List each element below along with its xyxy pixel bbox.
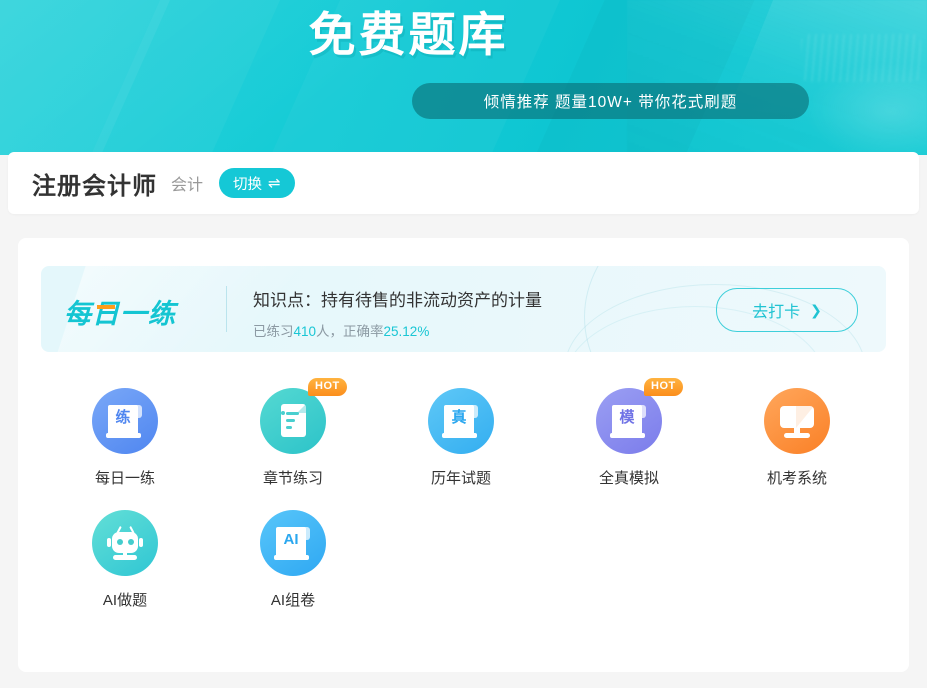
stats-middle: 人，正确率	[316, 324, 384, 339]
entry-ai-practice[interactable]: AI做题	[41, 510, 209, 610]
icon-wrap: AI	[260, 510, 326, 576]
knowledge-point-text: 知识点：持有待售的非流动资产的计量	[253, 291, 542, 310]
icon-wrap: 模 HOT	[596, 378, 683, 454]
stats-prefix: 已练习	[253, 324, 294, 339]
entry-daily-practice[interactable]: 练 每日一练	[41, 388, 209, 488]
entry-label: 每日一练	[94, 470, 155, 487]
icon-wrap	[92, 510, 158, 576]
stats-accuracy: 25.12%	[383, 324, 430, 339]
document-chapter-icon	[260, 388, 326, 454]
scroll-mock-icon: 模	[596, 388, 662, 454]
hot-badge: HOT	[644, 378, 683, 396]
monitor-icon	[764, 388, 830, 454]
entry-computer-exam-system[interactable]: 机考系统	[713, 388, 881, 488]
glyph: 练	[106, 402, 144, 440]
daily-divider	[226, 286, 227, 332]
check-in-button-label: 去打卡	[752, 304, 801, 321]
entry-chapter-practice[interactable]: HOT 章节练习	[209, 378, 377, 488]
glyph	[778, 402, 816, 440]
icon-char: AI	[283, 531, 299, 548]
icon-wrap	[764, 388, 830, 454]
entry-ai-paper-builder[interactable]: AI AI组卷	[209, 510, 377, 610]
entry-label: 章节练习	[262, 470, 323, 487]
swap-arrows-icon: ⇌	[268, 174, 281, 192]
entry-past-exams[interactable]: 真 历年试题	[377, 388, 545, 488]
icon-char: 练	[115, 409, 131, 426]
icon-char: 真	[451, 409, 467, 426]
entry-mock-exam[interactable]: 模 HOT 全真模拟	[545, 378, 713, 488]
glyph	[274, 402, 312, 440]
entry-label: AI组卷	[270, 592, 316, 609]
glyph: AI	[274, 524, 312, 562]
icon-wrap: 真	[428, 388, 494, 454]
entry-label: 机考系统	[766, 470, 827, 487]
switch-subject-button[interactable]: 切换 ⇌	[219, 168, 295, 198]
entry-grid: 练 每日一练 HOT 章节练习 真 历年试题 模 HOT 全真模拟 机考系统 A…	[41, 378, 886, 632]
daily-logo-char-1: 每	[64, 299, 92, 329]
check-in-button[interactable]: 去打卡 ❯	[716, 288, 858, 332]
hero-banner: 免费题库 倾情推荐 题量10W+ 带你花式刷题	[0, 0, 927, 155]
banner-title: 免费题库	[308, 8, 509, 61]
entry-label: 历年试题	[430, 470, 491, 487]
robot-icon	[92, 510, 158, 576]
daily-stats: 已练习410人，正确率25.12%	[253, 320, 429, 340]
hot-badge: HOT	[308, 378, 347, 396]
stats-count: 410	[293, 324, 317, 339]
glyph: 真	[442, 402, 480, 440]
daily-practice-banner[interactable]: 每日一练 知识点：持有待售的非流动资产的计量 已练习410人，正确率25.12%…	[41, 266, 886, 352]
icon-wrap: HOT	[260, 378, 347, 454]
chevron-right-icon: ❯	[810, 301, 822, 318]
banner-subtitle-pill: 倾情推荐 题量10W+ 带你花式刷题	[412, 83, 809, 119]
icon-wrap: 练	[92, 388, 158, 454]
entry-label: AI做题	[102, 592, 148, 609]
banner-subtitle-text: 倾情推荐 题量10W+ 带你花式刷题	[483, 94, 738, 111]
entry-label: 全真模拟	[598, 470, 659, 487]
glyph: 模	[610, 402, 648, 440]
scroll-practice-icon: 练	[92, 388, 158, 454]
icon-char: 模	[619, 409, 635, 426]
exam-title-bar: 注册会计师 会计 切换 ⇌	[8, 152, 919, 214]
daily-logo-char-3: 一练	[120, 299, 176, 329]
page-title: 注册会计师	[32, 172, 157, 200]
daily-practice-logo: 每日一练	[64, 292, 176, 331]
subject-label: 会计	[171, 177, 204, 194]
glyph	[106, 524, 144, 562]
switch-button-label: 切换	[233, 176, 263, 193]
scroll-ai-icon: AI	[260, 510, 326, 576]
scroll-exam-icon: 真	[428, 388, 494, 454]
daily-logo-char-2: 日	[92, 292, 120, 331]
main-content-card: 每日一练 知识点：持有待售的非流动资产的计量 已练习410人，正确率25.12%…	[18, 238, 909, 672]
